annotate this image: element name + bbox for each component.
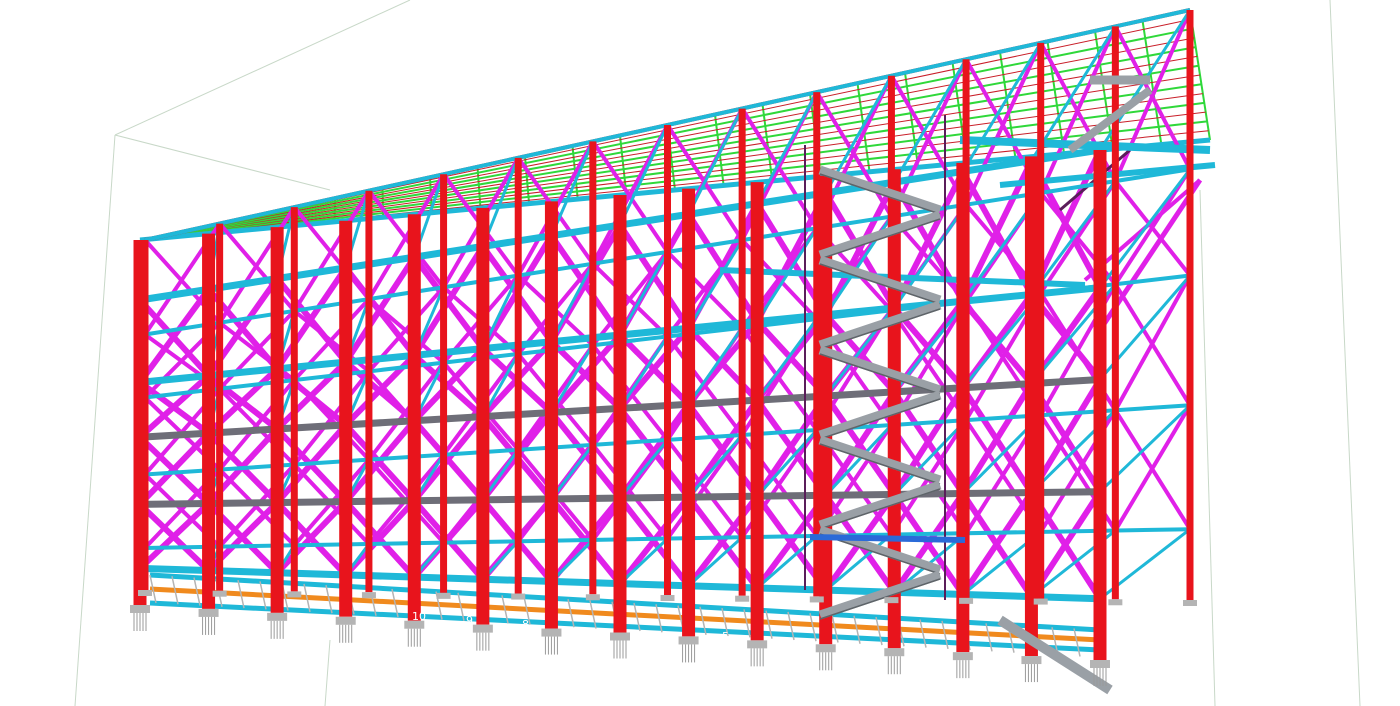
- stair-handrail: [819, 578, 941, 620]
- bounding-box-edge: [74, 134, 116, 706]
- columns: [133, 10, 1194, 660]
- cross-beam: [618, 537, 669, 585]
- base-plate: [472, 624, 493, 633]
- bounding-box-edge: [324, 639, 331, 706]
- base-plate: [1108, 599, 1123, 606]
- bounding-box: [74, 0, 1361, 706]
- base-plate: [952, 652, 973, 661]
- base-plate: [198, 608, 219, 617]
- base-plate: [1183, 600, 1197, 606]
- base-plate: [1033, 598, 1048, 605]
- bounding-box-edge: [114, 134, 331, 191]
- grid-label: 8: [522, 618, 529, 631]
- stair-landing-beam: [809, 534, 966, 543]
- grid-label: 10: [412, 610, 426, 623]
- bounding-box-edge: [1199, 189, 1216, 706]
- bounding-box-edge: [114, 0, 411, 136]
- base-plate: [1090, 660, 1110, 668]
- walkway-railing: [985, 623, 993, 652]
- base-plate: [287, 591, 302, 598]
- base-plate: [267, 612, 288, 621]
- base-plate: [585, 594, 600, 601]
- grid-label: 9: [466, 614, 473, 627]
- base-plate: [130, 605, 150, 613]
- base-plate: [610, 632, 630, 641]
- base-plate: [436, 592, 451, 599]
- walkway-railing: [1073, 628, 1081, 657]
- base-plate: [678, 636, 699, 645]
- steel-structure-3d-model[interactable]: 10 9 8 5: [0, 0, 1400, 706]
- base-plate: [511, 593, 526, 600]
- base-plate: [735, 595, 750, 602]
- base-plate: [815, 644, 836, 653]
- bounding-box-edge: [1329, 0, 1361, 706]
- base-plate: [138, 590, 152, 596]
- grid-label: 5: [722, 630, 729, 643]
- base-plate: [541, 628, 562, 637]
- x-brace: [1113, 168, 1192, 286]
- base-plate: [809, 596, 824, 603]
- base-plate: [959, 597, 974, 604]
- base-plate: [335, 616, 356, 625]
- base-plate: [747, 640, 768, 649]
- base-plate: [884, 597, 899, 604]
- base-plate: [361, 592, 376, 599]
- cross-beam: [618, 438, 669, 499]
- base-plate: [884, 648, 905, 657]
- base-plate: [660, 595, 675, 601]
- model-viewport[interactable]: 10 9 8 5: [0, 0, 1400, 706]
- base-plate: [1021, 656, 1042, 665]
- base-plate: [212, 590, 227, 597]
